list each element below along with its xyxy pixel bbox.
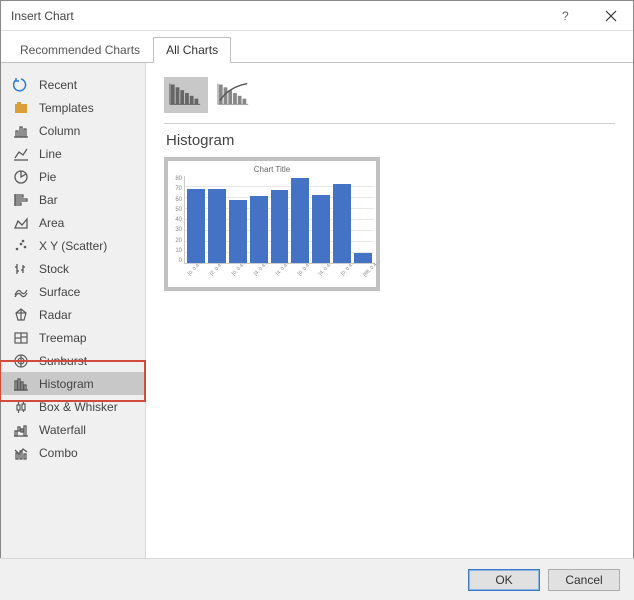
- sidebar-item-waterfall[interactable]: Waterfall: [1, 418, 145, 441]
- chart-subtype-row: [164, 77, 615, 124]
- sidebar-label: Line: [39, 147, 62, 161]
- radar-icon: [13, 307, 29, 323]
- box-whisker-icon: [13, 399, 29, 415]
- dialog-body: Recent Templates Column Line Pie: [1, 63, 633, 561]
- tab-all-charts[interactable]: All Charts: [153, 37, 231, 63]
- surface-icon: [13, 284, 29, 300]
- tab-recommended-charts[interactable]: Recommended Charts: [7, 37, 153, 63]
- sidebar-label: Radar: [39, 308, 72, 322]
- section-title: Histogram: [166, 132, 615, 149]
- waterfall-icon: [13, 422, 29, 438]
- subtype-histogram[interactable]: [164, 77, 208, 113]
- sidebar-label: X Y (Scatter): [39, 239, 107, 253]
- ok-button[interactable]: OK: [468, 569, 540, 591]
- chart-title: Chart Title: [170, 165, 374, 174]
- sidebar-item-box-whisker[interactable]: Box & Whisker: [1, 395, 145, 418]
- content-panel: Histogram Chart Title 80706050403020100 …: [146, 63, 633, 561]
- chart-plot-area: 80706050403020100: [170, 176, 374, 264]
- sidebar-item-radar[interactable]: Radar: [1, 303, 145, 326]
- sidebar-label: Treemap: [39, 331, 87, 345]
- scatter-icon: [13, 238, 29, 254]
- sidebar-item-bar[interactable]: Bar: [1, 188, 145, 211]
- sidebar-label: Waterfall: [39, 423, 86, 437]
- sidebar-item-treemap[interactable]: Treemap: [1, 326, 145, 349]
- sidebar-label: Histogram: [39, 377, 94, 391]
- sunburst-icon: [13, 353, 29, 369]
- sidebar-item-line[interactable]: Line: [1, 142, 145, 165]
- sidebar-label: Pie: [39, 170, 56, 184]
- sidebar-item-column[interactable]: Column: [1, 119, 145, 142]
- sidebar-label: Stock: [39, 262, 69, 276]
- stock-icon: [13, 261, 29, 277]
- chart-y-axis: 80706050403020100: [170, 176, 184, 264]
- dialog-footer: OK Cancel: [0, 558, 634, 600]
- sidebar-item-stock[interactable]: Stock: [1, 257, 145, 280]
- histogram-icon: [13, 376, 29, 392]
- svg-text:?: ?: [562, 10, 569, 22]
- sidebar-item-area[interactable]: Area: [1, 211, 145, 234]
- sidebar-label: Recent: [39, 78, 77, 92]
- sidebar-item-templates[interactable]: Templates: [1, 96, 145, 119]
- column-icon: [13, 123, 29, 139]
- help-button[interactable]: ?: [543, 1, 588, 31]
- sidebar-item-combo[interactable]: Combo: [1, 441, 145, 464]
- sidebar-label: Templates: [39, 101, 94, 115]
- sidebar-label: Column: [39, 124, 80, 138]
- sidebar-label: Sunburst: [39, 354, 87, 368]
- templates-icon: [13, 100, 29, 116]
- line-icon: [13, 146, 29, 162]
- area-icon: [13, 215, 29, 231]
- subtype-pareto[interactable]: [212, 77, 256, 113]
- sidebar-item-histogram[interactable]: Histogram: [1, 372, 145, 395]
- sidebar-item-surface[interactable]: Surface: [1, 280, 145, 303]
- sidebar-label: Surface: [39, 285, 80, 299]
- window-title: Insert Chart: [1, 9, 74, 23]
- chart-bars: [184, 176, 374, 264]
- sidebar-label: Box & Whisker: [39, 400, 118, 414]
- treemap-icon: [13, 330, 29, 346]
- chart-type-sidebar: Recent Templates Column Line Pie: [1, 63, 146, 561]
- sidebar-item-pie[interactable]: Pie: [1, 165, 145, 188]
- cancel-button[interactable]: Cancel: [548, 569, 620, 591]
- sidebar-item-recent[interactable]: Recent: [1, 73, 145, 96]
- sidebar-label: Combo: [39, 446, 78, 460]
- pie-icon: [13, 169, 29, 185]
- titlebar: Insert Chart ?: [1, 1, 633, 31]
- close-button[interactable]: [588, 1, 633, 31]
- combo-icon: [13, 445, 29, 461]
- sidebar-item-scatter[interactable]: X Y (Scatter): [1, 234, 145, 257]
- bar-icon: [13, 192, 29, 208]
- sidebar-label: Area: [39, 216, 64, 230]
- sidebar-label: Bar: [39, 193, 58, 207]
- chart-preview[interactable]: Chart Title 80706050403020100 [0, 0.4…[2…: [164, 157, 380, 291]
- recent-icon: [13, 77, 29, 93]
- tab-bar: Recommended Charts All Charts: [1, 31, 633, 63]
- chart-x-axis: [0, 0.4…[2, 0.4…[0, 0.4…[4, 0.4…[4, 0.4……: [170, 264, 374, 290]
- sidebar-item-sunburst[interactable]: Sunburst: [1, 349, 145, 372]
